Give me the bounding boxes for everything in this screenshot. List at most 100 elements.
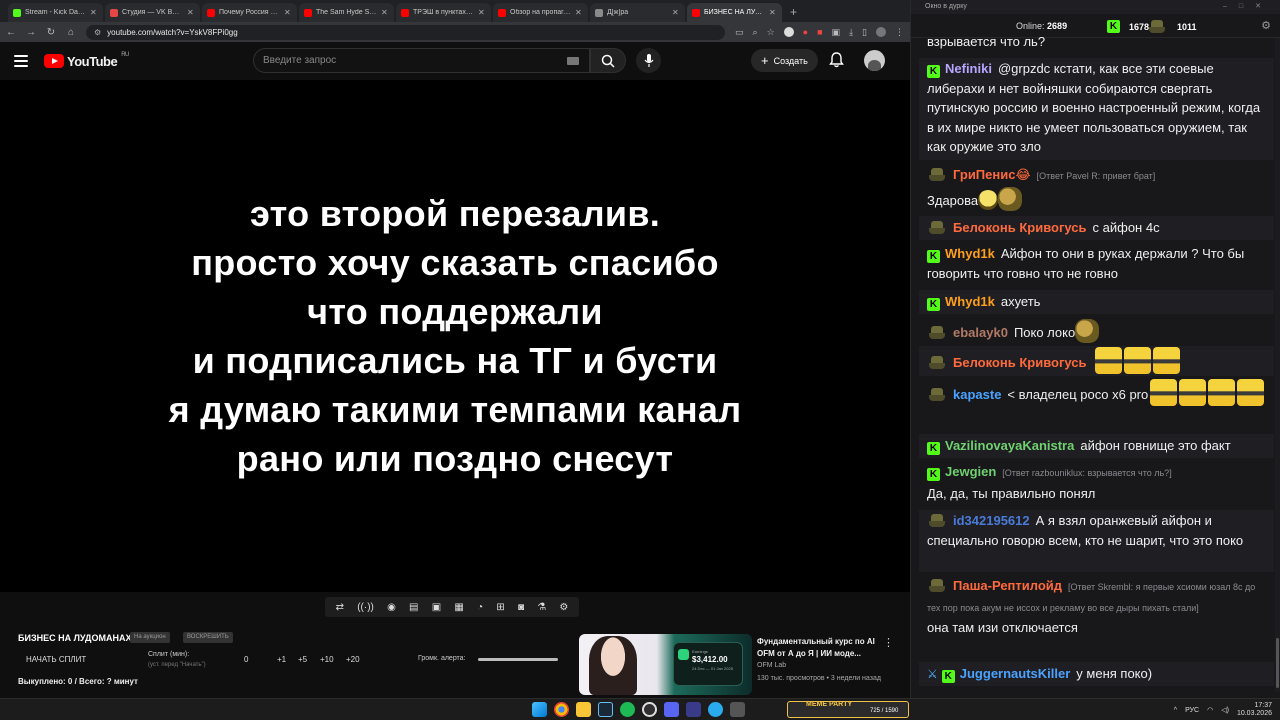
- chat-username[interactable]: Паша-Рептилойд: [953, 578, 1062, 593]
- spotify-icon[interactable]: [620, 702, 635, 717]
- chat-username[interactable]: Whyd1k: [945, 246, 995, 261]
- browser-tab[interactable]: ТРЭШ в пунктах выдачи✕: [396, 3, 491, 22]
- obs-icon[interactable]: [642, 702, 657, 717]
- picture-in-picture-icon[interactable]: ▣: [432, 602, 441, 613]
- volume-icon[interactable]: ◁): [1221, 706, 1229, 714]
- close-icon[interactable]: ✕: [672, 8, 680, 17]
- broadcast-icon[interactable]: ((·)): [357, 602, 374, 613]
- add-clip-icon[interactable]: ⊞: [496, 602, 504, 613]
- flask-icon[interactable]: ⚗: [537, 602, 546, 613]
- browser-tab[interactable]: Stream - Kick Dashboard✕: [8, 3, 103, 22]
- extension-icon[interactable]: ▣: [832, 27, 841, 38]
- close-icon[interactable]: ✕: [478, 8, 486, 17]
- chat-username[interactable]: ebalayk0: [953, 325, 1008, 340]
- browser-tab[interactable]: Почему Россия не дает...✕: [202, 3, 297, 22]
- site-info-icon[interactable]: ⚙: [94, 28, 101, 37]
- start-split-button[interactable]: НАЧАТЬ СПЛИТ: [26, 655, 86, 664]
- tray-chevron-icon[interactable]: ^: [1174, 707, 1177, 714]
- speedometer-icon[interactable]: ◔: [477, 602, 483, 613]
- sidebar-icon[interactable]: ▯: [862, 27, 867, 38]
- settings-gear-icon[interactable]: ⚙: [559, 602, 568, 613]
- resurrect-button[interactable]: ВОСКРЕШИТЬ: [183, 632, 233, 643]
- recommended-thumbnail[interactable]: Earnings $3,412.00 24 Dec — 01 Jan 2025: [579, 634, 752, 695]
- extension-icon[interactable]: [783, 27, 794, 37]
- create-button[interactable]: + Создать: [751, 49, 818, 72]
- chat-window-controls[interactable]: –□✕: [1223, 2, 1273, 10]
- screen-eye-icon[interactable]: ◉: [387, 602, 396, 613]
- voice-search-button[interactable]: [636, 48, 661, 73]
- close-icon[interactable]: ✕: [381, 8, 389, 17]
- browser-tab[interactable]: The Sam Hyde Show D...✕: [299, 3, 394, 22]
- keyboard-icon[interactable]: [567, 57, 579, 65]
- recommended-title[interactable]: Фундаментальный курс по AI OFM от А до Я…: [757, 636, 879, 660]
- zoom-icon[interactable]: ⌕: [753, 27, 758, 38]
- chat-username[interactable]: Nefiniki: [945, 61, 992, 76]
- windows-start-icon[interactable]: [532, 702, 547, 717]
- chat-username[interactable]: JuggernautsKiller: [960, 666, 1071, 681]
- auction-button[interactable]: На аукцион: [130, 632, 170, 643]
- increment-button[interactable]: +5: [298, 655, 307, 664]
- chat-username[interactable]: Белоконь Кривогусь: [953, 355, 1087, 370]
- chat-username[interactable]: kapaste: [953, 387, 1001, 402]
- chat-username[interactable]: Whyd1k: [945, 294, 995, 309]
- search-input[interactable]: Введите запрос: [253, 48, 590, 73]
- chat-scrollbar[interactable]: [1275, 38, 1280, 692]
- chat-username[interactable]: id342195612: [953, 513, 1030, 528]
- chrome-icon[interactable]: [554, 702, 569, 717]
- alert-volume-slider[interactable]: [478, 658, 558, 661]
- notifications-button[interactable]: [829, 52, 844, 73]
- cast-icon[interactable]: ▭: [735, 27, 744, 38]
- close-icon[interactable]: ✕: [575, 8, 583, 17]
- browser-tab[interactable]: Обзор на пропаганду...✕: [493, 3, 588, 22]
- camera-icon[interactable]: ◙: [518, 602, 524, 613]
- recommended-channel[interactable]: OFM Lab: [757, 662, 786, 669]
- video-player[interactable]: это второй перезалив. просто хочу сказат…: [0, 80, 910, 592]
- clapper-icon[interactable]: ▤: [409, 602, 418, 613]
- subtitles-icon[interactable]: ▦: [454, 602, 463, 613]
- clock[interactable]: 17:37 10.03.2026: [1237, 702, 1272, 718]
- chat-username[interactable]: Белоконь Кривогусь: [953, 220, 1087, 235]
- bookmark-star-icon[interactable]: ☆: [767, 27, 775, 38]
- menu-icon[interactable]: ⋮: [895, 27, 904, 38]
- file-explorer-icon[interactable]: [576, 702, 591, 717]
- increment-button[interactable]: +1: [277, 655, 286, 664]
- language-indicator[interactable]: РУС: [1185, 707, 1199, 714]
- increment-button[interactable]: +10: [320, 655, 334, 664]
- chat-username[interactable]: ГриПенис😂: [953, 167, 1031, 182]
- extension-icon[interactable]: ●: [803, 27, 808, 37]
- chat-settings-icon[interactable]: ⚙: [1261, 19, 1271, 32]
- close-icon[interactable]: ✕: [769, 8, 777, 17]
- more-options-icon[interactable]: ⋮: [883, 636, 894, 649]
- back-icon[interactable]: ←: [6, 27, 16, 38]
- new-tab-button[interactable]: +: [784, 3, 803, 22]
- increment-button[interactable]: +20: [346, 655, 360, 664]
- download-icon[interactable]: ⤓: [849, 27, 853, 38]
- chat-username[interactable]: Jewgien: [945, 464, 996, 479]
- steam-icon[interactable]: [598, 702, 613, 717]
- wifi-icon[interactable]: ◠: [1207, 706, 1213, 714]
- browser-tab[interactable]: Д[ж]ра ✕: [590, 3, 685, 22]
- loop-icon[interactable]: ⇄: [336, 602, 344, 613]
- chat-username[interactable]: VazilinovayaKanistra: [945, 438, 1074, 453]
- app-icon[interactable]: [730, 702, 745, 717]
- profile-icon[interactable]: [876, 27, 886, 37]
- search-button[interactable]: [590, 48, 626, 73]
- browser-tab-active[interactable]: БИЗНЕС НА ЛУДОМАНАХ✕: [687, 3, 782, 22]
- close-icon[interactable]: ✕: [284, 8, 292, 17]
- forward-icon[interactable]: →: [26, 27, 36, 38]
- close-icon[interactable]: ✕: [90, 8, 98, 17]
- youtube-logo[interactable]: YouTube RU: [44, 52, 129, 69]
- split-value-input[interactable]: 0: [244, 655, 248, 664]
- discord-icon[interactable]: [664, 702, 679, 717]
- extension-icon[interactable]: ■: [817, 27, 822, 37]
- telegram-icon[interactable]: [708, 702, 723, 717]
- hamburger-menu-icon[interactable]: [14, 55, 28, 67]
- home-icon[interactable]: ⌂: [66, 27, 76, 38]
- close-icon[interactable]: ✕: [187, 8, 195, 17]
- media-player-icon[interactable]: [686, 702, 701, 717]
- url-field[interactable]: ⚙ youtube.com/watch?v=YskV8FPi0gg: [86, 24, 726, 40]
- avatar[interactable]: [864, 50, 885, 71]
- reload-icon[interactable]: ↻: [46, 27, 56, 38]
- browser-tab[interactable]: Студия — VK Видео Live✕: [105, 3, 200, 22]
- game-widget[interactable]: MEME PARTY 725 / 1590: [787, 701, 909, 718]
